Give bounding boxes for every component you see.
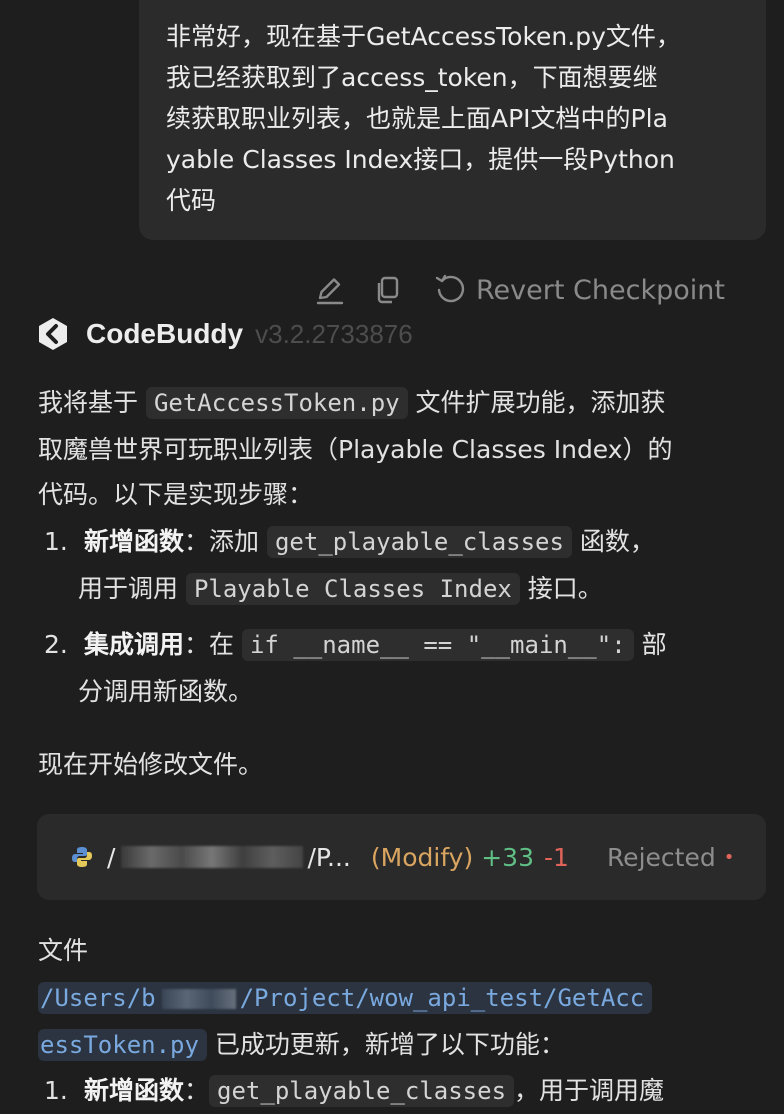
text: 函数，: [571, 527, 655, 556]
redacted-path-segment: [121, 846, 304, 868]
text: 用于调用: [78, 574, 186, 603]
bold-text: 新增函数: [84, 1076, 185, 1105]
assistant-name: CodeBuddy: [86, 318, 244, 349]
list-number: 1.: [44, 527, 68, 556]
edit-button[interactable]: [308, 268, 352, 312]
inline-code: Playable Classes Index: [185, 573, 520, 605]
result-label: 文件: [38, 936, 89, 965]
file-change-card[interactable]: / /P... (Modify) +33 -1 Rejected •: [37, 814, 766, 900]
list-number: 2.: [44, 630, 68, 659]
list-number: 1.: [44, 1076, 68, 1105]
copy-button[interactable]: [366, 268, 410, 312]
list-item-continuation: 分调用新函数。: [78, 677, 254, 706]
text: ：添加: [184, 527, 267, 556]
user-message-line: 代码: [166, 186, 217, 215]
assistant-header: CodeBuddy v3.2.2733876: [36, 312, 413, 356]
text: 接口。: [519, 574, 603, 603]
text: 部: [633, 630, 667, 659]
reply-intro-line: 我将基于 GetAccessToken.py 文件扩展功能，添加获: [38, 380, 666, 426]
lines-added-count: +33: [481, 842, 534, 872]
inline-code: get_playable_classes: [209, 1075, 515, 1107]
lines-removed-count: -1: [544, 842, 569, 872]
list-item: 1. 新增函数：添加 get_playable_classes 函数，: [44, 519, 655, 565]
copy-icon: [377, 276, 399, 304]
pencil-icon: [316, 278, 344, 305]
redacted-path-segment: [161, 989, 236, 1009]
list-item: 2. 集成调用：在 if __name__ == "__main__": 部: [44, 622, 667, 668]
revert-checkpoint-button[interactable]: Revert Checkpoint: [434, 273, 725, 307]
user-message-line: yable Classes Index接口，提供一段Python: [166, 145, 675, 174]
inline-code: if __name__ == "__main__":: [241, 629, 634, 661]
bold-text: 集成调用: [84, 630, 185, 659]
user-message-line: 续获取职业列表，也就是上面API文档中的Pla: [166, 104, 668, 133]
reply-intro-line: 代码。以下是实现步骤：: [38, 480, 314, 509]
text: ：在: [184, 630, 242, 659]
text: 文件扩展功能，添加获: [407, 388, 666, 417]
user-message-bubble: 非常好，现在基于GetAccessToken.py文件， 我已经获取到了acce…: [139, 0, 766, 240]
revert-checkpoint-label: Revert Checkpoint: [476, 274, 725, 306]
text: 已成功更新，新增了以下功能：: [206, 1030, 565, 1059]
reply-intro-line: 取魔兽世界可玩职业列表（Playable Classes Index）的: [38, 435, 673, 464]
list-item: 1. 新增函数： get_playable_classes ，用于调用魔: [44, 1068, 664, 1114]
file-path-link[interactable]: essToken.py: [38, 1029, 207, 1061]
change-type-label: (Modify): [370, 842, 474, 872]
python-file-icon: [72, 847, 92, 867]
user-message-line: 非常好，现在基于GetAccessToken.py文件，: [166, 22, 681, 51]
result-path-line: essToken.py 已成功更新，新增了以下功能：: [38, 1022, 565, 1068]
codebuddy-logo-icon: [39, 318, 67, 350]
inline-code: GetAccessToken.py: [145, 387, 408, 419]
path-text: /Project/wow_api_test/GetAcc: [239, 984, 645, 1012]
text: 我将基于: [38, 388, 146, 417]
text: ，用于调用魔: [514, 1076, 665, 1105]
file-path-prefix: /: [107, 842, 116, 872]
text: ：: [184, 1076, 210, 1105]
undo-icon: [435, 274, 465, 303]
assistant-version: v3.2.2733876: [255, 318, 413, 349]
file-path-link[interactable]: /Users/b/Project/wow_api_test/GetAcc: [38, 982, 653, 1014]
reply-start-text: 现在开始修改文件。: [38, 750, 264, 779]
file-path-suffix: /P...: [307, 842, 351, 872]
user-message-line: 我已经获取到了access_token，下面想要继: [166, 63, 658, 92]
result-path-line: /Users/b/Project/wow_api_test/GetAcc: [38, 975, 653, 1021]
status-dot: •: [723, 846, 735, 868]
message-actions: Revert Checkpoint: [308, 268, 725, 312]
bold-text: 新增函数: [84, 527, 185, 556]
list-item-continuation: 用于调用 Playable Classes Index 接口。: [78, 566, 603, 612]
change-status: Rejected: [606, 842, 716, 872]
path-text: /Users/b: [40, 984, 156, 1012]
inline-code: get_playable_classes: [266, 526, 572, 558]
